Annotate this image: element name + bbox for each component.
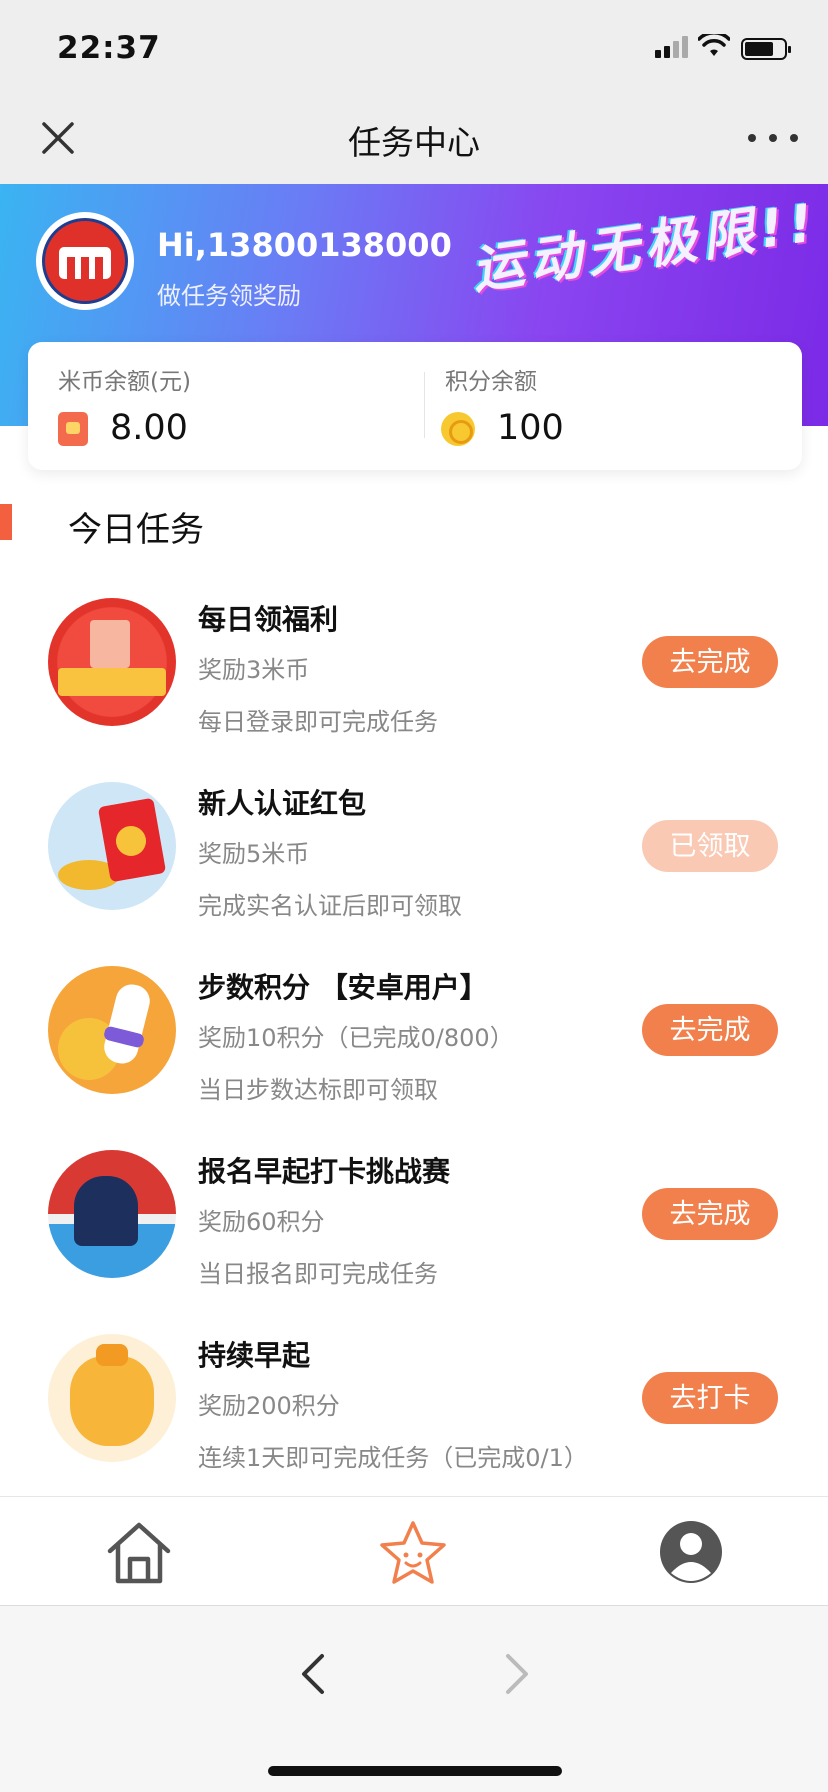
task-item: 报名早起打卡挑战赛 奖励60积分 当日报名即可完成任务 去完成 [0, 1150, 828, 1334]
brand-logo-icon [42, 218, 128, 304]
task-reward: 奖励200积分 [198, 1392, 340, 1420]
task-title: 新人认证红包 [198, 787, 367, 820]
task-description: 当日步数达标即可领取 [198, 1076, 438, 1104]
profile-icon[interactable] [656, 1519, 726, 1585]
points-coin-icon [441, 412, 475, 446]
chevron-right-icon[interactable] [500, 1650, 534, 1698]
task-title: 持续早起 [198, 1339, 311, 1372]
balance-card: 米币余额(元) 8.00 积分余额 100 [28, 342, 802, 470]
coin-balance-value: 8.00 [110, 408, 188, 448]
task-description: 完成实名认证后即可领取 [198, 892, 462, 920]
task-description: 当日报名即可完成任务 [198, 1260, 438, 1288]
coin-balance[interactable]: 米币余额(元) 8.00 [28, 342, 415, 470]
runner-icon [48, 966, 176, 1094]
home-icon[interactable] [104, 1519, 174, 1585]
avatar[interactable] [36, 212, 134, 310]
page-title: 任务中心 [348, 123, 480, 162]
wifi-icon [698, 34, 730, 56]
task-checkin-button[interactable]: 去打卡 [642, 1372, 778, 1424]
task-item: 持续早起 奖励200积分 连续1天即可完成任务（已完成0/1） 去打卡 [0, 1334, 828, 1518]
bottom-tab-bar [0, 1496, 828, 1606]
home-indicator[interactable] [268, 1766, 562, 1776]
red-packet-icon [48, 782, 176, 910]
browser-toolbar [0, 1606, 828, 1792]
more-icon[interactable] [748, 118, 798, 158]
task-item: 每日领福利 奖励3米币 每日登录即可完成任务 去完成 [0, 598, 828, 782]
battery-icon [741, 38, 791, 60]
header-subtitle: 做任务领奖励 [157, 282, 301, 310]
coin-balance-label: 米币余额(元) [58, 369, 191, 395]
task-action-button[interactable]: 去完成 [642, 636, 778, 688]
slogan-graphic: 运动无极限!! [468, 192, 823, 301]
task-reward: 奖励5米币 [198, 840, 310, 868]
star-icon[interactable] [378, 1519, 448, 1585]
status-bar: 22:37 [0, 0, 828, 96]
points-balance[interactable]: 积分余额 100 [415, 342, 802, 470]
task-action-button[interactable]: 去完成 [642, 1188, 778, 1240]
task-item: 步数积分 【安卓用户】 奖励10积分（已完成0/800） 当日步数达标即可领取 … [0, 966, 828, 1150]
task-description: 连续1天即可完成任务（已完成0/1） [198, 1444, 588, 1472]
task-action-button[interactable]: 去完成 [642, 1004, 778, 1056]
chevron-left-icon[interactable] [296, 1650, 330, 1698]
task-item: 新人认证红包 奖励5米币 完成实名认证后即可领取 已领取 [0, 782, 828, 966]
task-claimed-button[interactable]: 已领取 [642, 820, 778, 872]
nav-bar: 任务中心 [0, 96, 828, 184]
sign-in-icon [48, 598, 176, 726]
early-rise-icon [48, 1150, 176, 1278]
signal-icon [655, 36, 689, 58]
points-balance-value: 100 [497, 408, 564, 448]
task-reward: 奖励10积分（已完成0/800） [198, 1024, 514, 1052]
points-balance-label: 积分余额 [445, 369, 537, 395]
task-title: 步数积分 【安卓用户】 [198, 971, 488, 1004]
task-description: 每日登录即可完成任务 [198, 708, 438, 736]
money-bag-icon [48, 1334, 176, 1462]
task-reward: 奖励3米币 [198, 656, 310, 684]
red-packet-icon [58, 412, 88, 446]
user-greeting: Hi,13800138000 [157, 226, 452, 264]
section-title: 今日任务 [68, 510, 204, 550]
section-marker [0, 504, 12, 540]
status-time: 22:37 [57, 30, 161, 66]
task-reward: 奖励60积分 [198, 1208, 325, 1236]
task-title: 每日领福利 [198, 603, 339, 636]
task-title: 报名早起打卡挑战赛 [198, 1155, 451, 1188]
